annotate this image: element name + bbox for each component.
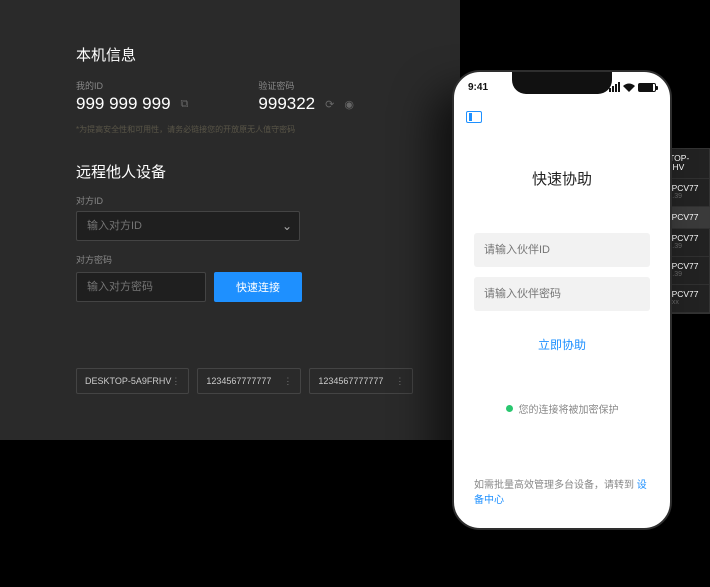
local-id-value: 999 999 999 [76, 94, 171, 114]
more-icon[interactable]: ⋮ [171, 376, 180, 387]
local-pw-label: 验证密码 [258, 79, 354, 92]
phone-title: 快速协助 [532, 168, 592, 189]
phone-id-input[interactable] [474, 233, 650, 267]
devices-icon[interactable] [466, 111, 482, 123]
remote-pw-label: 对方密码 [76, 253, 432, 266]
history-label: 1234567777777 [206, 376, 271, 386]
local-id-field: 我的ID 999 999 999 ⧉ [76, 79, 188, 114]
history-card[interactable]: 1234567777777 ⋮ [197, 368, 301, 394]
local-pw-field: 验证密码 999322 ⟳ ◉ [258, 79, 354, 114]
wifi-icon [623, 83, 635, 92]
history-label: DESKTOP-5A9FRHV [85, 376, 171, 386]
phone-pw-input[interactable] [474, 277, 650, 311]
phone-body: 快速协助 立即协助 您的连接将被加密保护 如需批量高效管理多台设备，请转到 设备… [454, 132, 670, 528]
phone-notch [512, 72, 612, 94]
phone-secure-text: 您的连接将被加密保护 [519, 401, 619, 416]
remote-pw-input[interactable] [76, 272, 206, 302]
history-card[interactable]: 1234567777777 ⋮ [309, 368, 413, 394]
eye-icon[interactable]: ◉ [344, 98, 354, 111]
security-hint: *为提高安全性和可用性，请务必链接您的开放原无人值守密码 [76, 124, 432, 135]
local-pw-value: 999322 [258, 94, 315, 114]
history-label: 1234567777777 [318, 376, 383, 386]
desktop-window: 本机信息 我的ID 999 999 999 ⧉ 验证密码 999322 ⟳ ◉ … [0, 0, 460, 440]
phone-assist-button[interactable]: 立即协助 [474, 327, 650, 361]
local-ids-row: 我的ID 999 999 999 ⧉ 验证密码 999322 ⟳ ◉ [76, 79, 432, 114]
phone-footer-text: 如需批量高效管理多台设备，请转到 [474, 480, 637, 491]
connect-button[interactable]: 快速连接 [214, 272, 302, 302]
copy-icon[interactable]: ⧉ [181, 98, 189, 111]
more-icon[interactable]: ⋮ [283, 376, 292, 387]
phone-secure-note: 您的连接将被加密保护 [506, 401, 619, 416]
history-card[interactable]: DESKTOP-5A9FRHV ⋮ [76, 368, 189, 394]
main-panel: 本机信息 我的ID 999 999 999 ⧉ 验证密码 999322 ⟳ ◉ … [36, 20, 460, 440]
secure-dot-icon [506, 405, 513, 412]
phone-footer: 如需批量高效管理多台设备，请转到 设备中心 [474, 476, 650, 506]
phone-time: 9:41 [468, 82, 488, 93]
phone-mockup: 9:41 快速协助 立即协助 您的连接将被加密保护 如需批量高效管理多台设备，请… [452, 70, 672, 530]
refresh-icon[interactable]: ⟳ [325, 98, 334, 111]
remote-heading: 远程他人设备 [76, 161, 432, 182]
phone-navbar [454, 102, 670, 132]
remote-id-input[interactable] [76, 211, 300, 241]
more-icon[interactable]: ⋮ [395, 376, 404, 387]
battery-icon [638, 83, 656, 92]
local-heading: 本机信息 [76, 44, 432, 65]
remote-id-label: 对方ID [76, 194, 432, 207]
history-row: DESKTOP-5A9FRHV ⋮ 1234567777777 ⋮ 123456… [76, 368, 432, 394]
local-id-label: 我的ID [76, 79, 188, 92]
